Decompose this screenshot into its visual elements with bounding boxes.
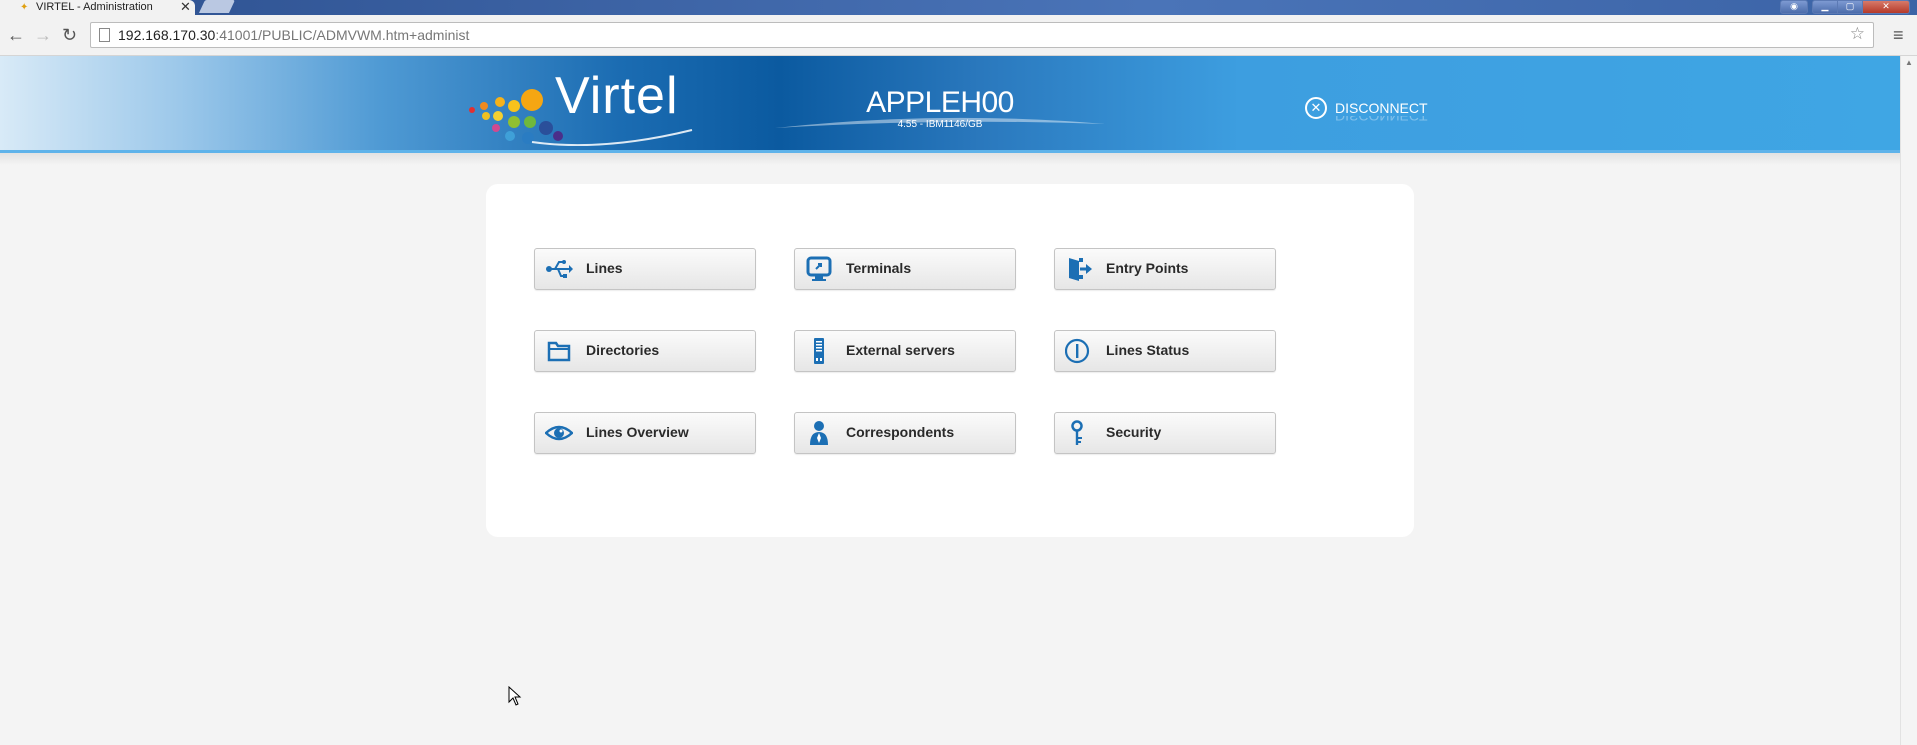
profile-icon[interactable]: ◉ — [1780, 0, 1808, 14]
app-header: Virtel APPLEH00 4.55 - IBM1146/GB ✕ DISC… — [0, 56, 1900, 153]
directories-button[interactable]: Directories — [534, 330, 756, 372]
disconnect-label: DISCONNECT — [1335, 100, 1428, 116]
monitor-icon — [806, 256, 832, 281]
directories-label: Directories — [586, 342, 660, 358]
page-icon — [99, 28, 110, 42]
lines-status-label: Lines Status — [1106, 342, 1190, 358]
correspondents-label: Correspondents — [846, 424, 955, 440]
virtel-logo-text: Virtel — [555, 67, 679, 125]
mouse-cursor-icon — [508, 686, 522, 706]
eye-icon — [545, 425, 573, 441]
scroll-up-arrow-icon[interactable]: ▲ — [1905, 58, 1913, 67]
admin-menu-panel: Lines Terminals Entry Points Directories… — [486, 184, 1414, 537]
page-content: Virtel APPLEH00 4.55 - IBM1146/GB ✕ DISC… — [0, 56, 1900, 745]
folder-icon — [547, 341, 571, 362]
minimize-button[interactable]: ▁ — [1812, 0, 1838, 14]
lines-button[interactable]: Lines — [534, 248, 756, 290]
browser-menu-icon[interactable]: ≡ — [1893, 25, 1904, 46]
terminals-button[interactable]: Terminals — [794, 248, 1016, 290]
url-host: 192.168.170.30 — [118, 27, 216, 43]
server-icon — [814, 338, 824, 364]
security-label: Security — [1106, 424, 1162, 440]
external-servers-label: External servers — [846, 342, 955, 358]
page-scrollbar[interactable]: ▲ — [1900, 56, 1917, 745]
disconnect-reflection: DISCONNECT — [1335, 116, 1428, 124]
info-icon — [1065, 338, 1090, 364]
forward-arrow-icon[interactable]: → — [34, 25, 52, 46]
back-arrow-icon[interactable]: ← — [7, 25, 25, 46]
entry-points-button[interactable]: Entry Points — [1054, 248, 1276, 290]
correspondents-button[interactable]: Correspondents — [794, 412, 1016, 454]
window-titlebar: ✦ VIRTEL - Administration ✕ ◉ ▁ ▢ ✕ — [0, 0, 1917, 15]
lines-overview-label: Lines Overview — [586, 424, 689, 440]
header-shadow — [0, 153, 1900, 165]
door-enter-icon — [1069, 258, 1092, 281]
virtel-favicon-icon: ✦ — [20, 2, 29, 13]
terminals-label: Terminals — [846, 260, 912, 276]
address-bar[interactable]: 192.168.170.30:41001/PUBLIC/ADMVWM.htm+a… — [90, 22, 1874, 48]
external-servers-button[interactable]: External servers — [794, 330, 1016, 372]
entry-points-label: Entry Points — [1106, 260, 1189, 276]
browser-tab[interactable]: ✦ VIRTEL - Administration ✕ — [0, 0, 195, 15]
tab-close-icon[interactable]: ✕ — [180, 0, 191, 15]
server-name: APPLEH00 — [866, 86, 1014, 119]
key-icon — [1071, 420, 1083, 445]
reload-icon[interactable]: ↻ — [62, 25, 77, 46]
lines-label: Lines — [586, 260, 623, 276]
new-tab-button[interactable] — [198, 0, 236, 13]
lines-status-button[interactable]: Lines Status — [1054, 330, 1276, 372]
security-button[interactable]: Security — [1054, 412, 1276, 454]
browser-toolbar: ← → ↻ 192.168.170.30:41001/PUBLIC/ADMVWM… — [0, 15, 1917, 56]
server-version: 4.55 - IBM1146/GB — [897, 119, 983, 130]
maximize-button[interactable]: ▢ — [1837, 0, 1863, 14]
bookmark-star-icon[interactable]: ☆ — [1850, 24, 1865, 44]
url-text[interactable]: 192.168.170.30:41001/PUBLIC/ADMVWM.htm+a… — [118, 27, 469, 43]
person-icon — [810, 421, 828, 445]
close-circle-icon: ✕ — [1305, 97, 1327, 119]
tab-title: VIRTEL - Administration — [36, 1, 153, 13]
url-path: :41001/PUBLIC/ADMVWM.htm+administ — [215, 27, 470, 43]
lines-overview-button[interactable]: Lines Overview — [534, 412, 756, 454]
usb-icon — [546, 260, 573, 278]
close-window-button[interactable]: ✕ — [1862, 0, 1910, 14]
